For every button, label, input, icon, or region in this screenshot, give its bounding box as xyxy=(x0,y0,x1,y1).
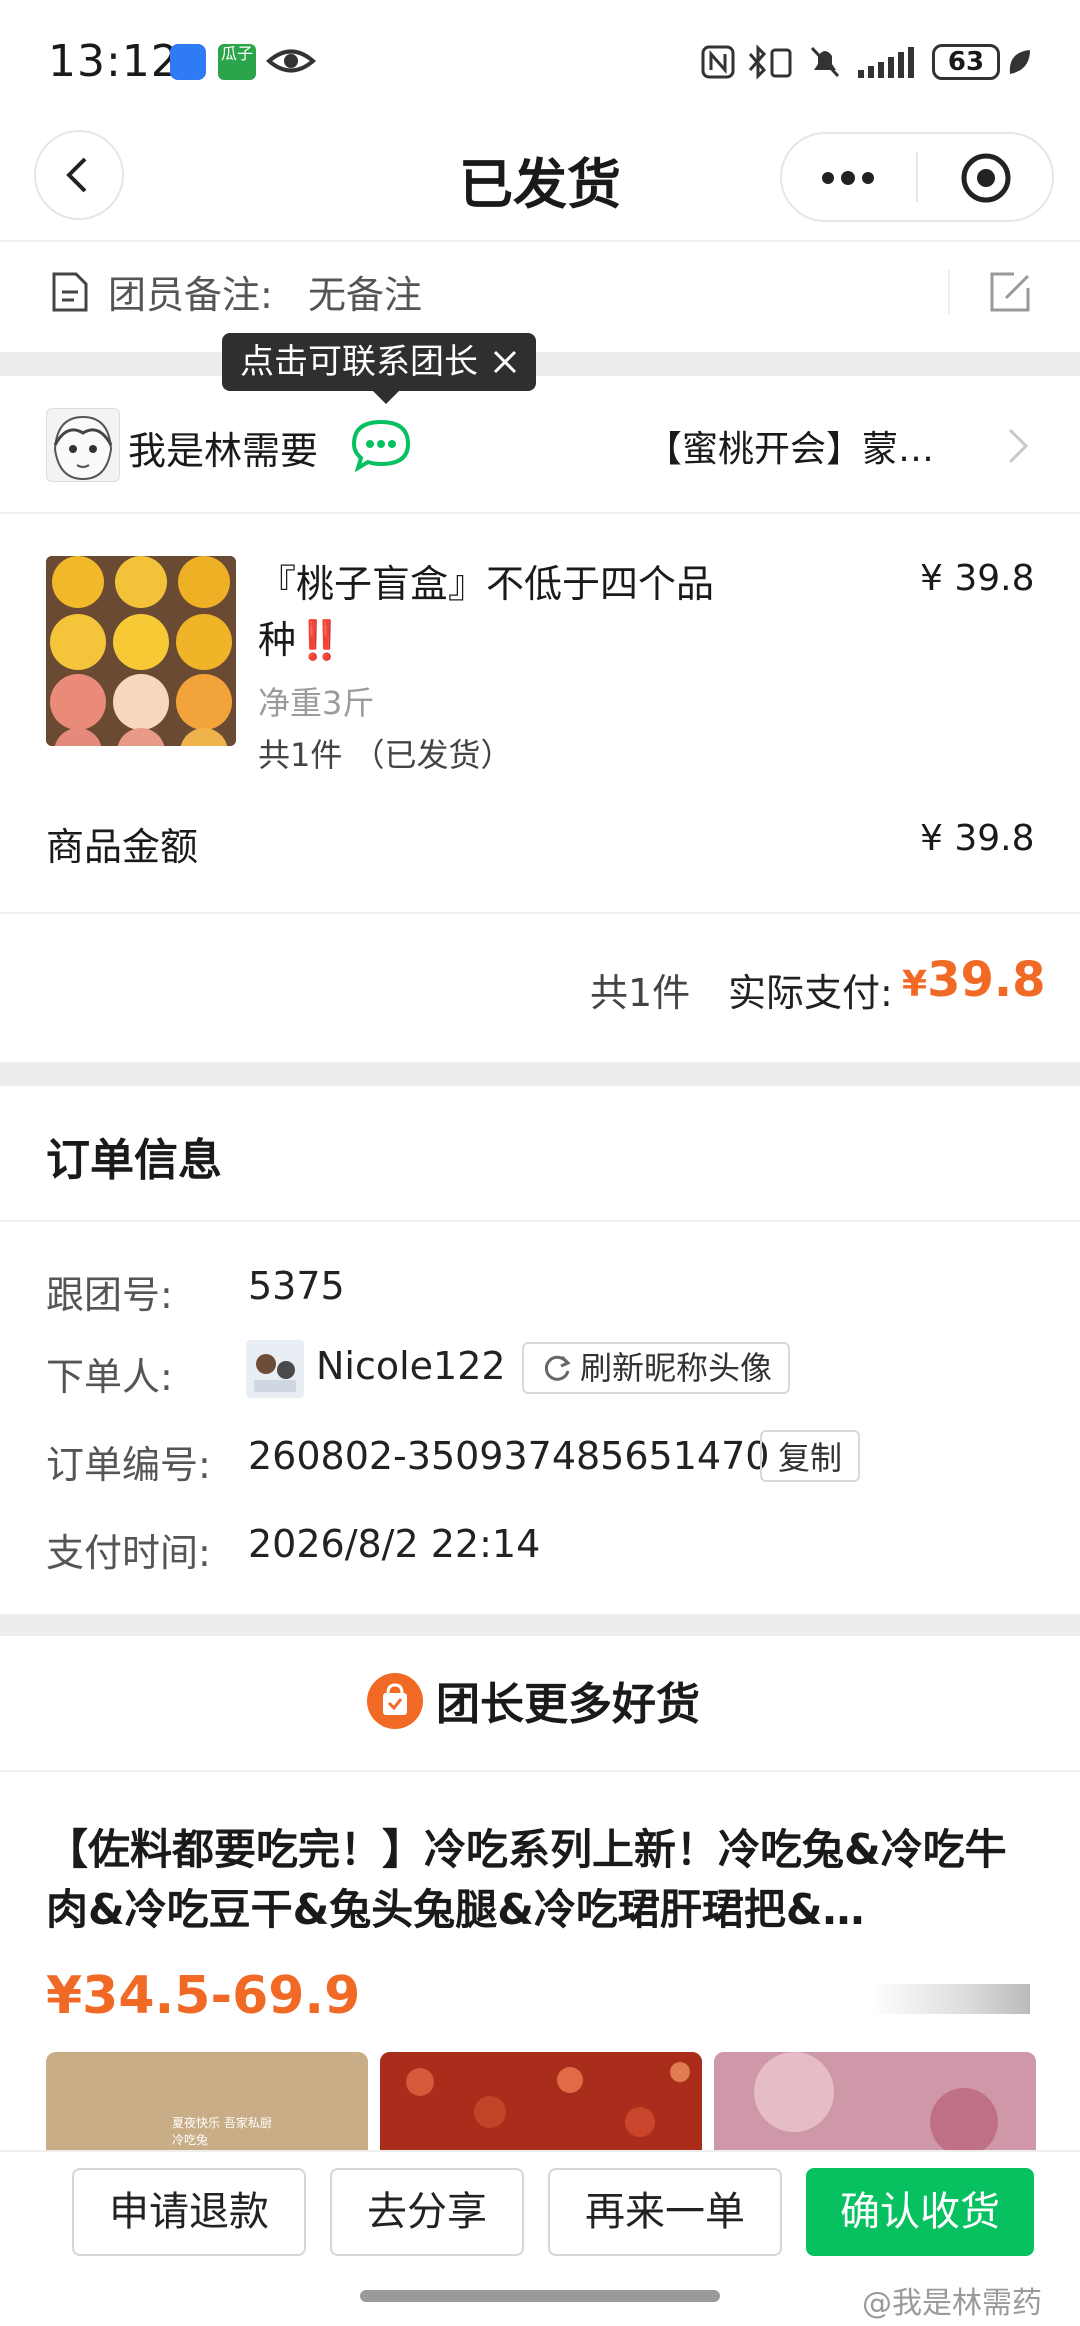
signal-icon xyxy=(858,47,914,78)
pay-time-value: 2026/8/2 22:14 xyxy=(248,1522,541,1566)
product-image[interactable] xyxy=(46,556,236,746)
more-goods-image[interactable]: 夏夜快乐 吾家私厨冷吃兔 xyxy=(46,2052,368,2162)
product-quantity: 共1件 （已发货） xyxy=(258,736,513,774)
app-badge-icon: 瓜子 xyxy=(218,44,256,80)
orderer-name: Nicole122 xyxy=(316,1344,506,1388)
pay-item-count: 共1件 xyxy=(590,971,691,1015)
confirm-receipt-button[interactable]: 确认收货 xyxy=(806,2168,1034,2256)
leader-avatar xyxy=(46,408,120,482)
actual-pay-label: 实际支付: xyxy=(728,971,893,1015)
more-goods-image[interactable] xyxy=(714,2052,1036,2162)
divider xyxy=(0,240,1080,242)
product-spec: 净重3斤 xyxy=(258,684,375,722)
document-icon xyxy=(52,272,88,312)
more-goods-price: ¥34.5-69.9 xyxy=(46,1966,361,2026)
divider xyxy=(0,1220,1080,1222)
nfc-icon xyxy=(701,45,735,79)
home-indicator[interactable] xyxy=(360,2290,720,2302)
order-info-title: 订单信息 xyxy=(46,1135,222,1186)
product-title: 『桃子盲盒』不低于四个品种‼️ xyxy=(258,562,715,662)
orderer-label: 下单人: xyxy=(46,1355,173,1399)
group-no-value: 5375 xyxy=(248,1264,345,1308)
order-no-value: 260802-350937485651470 xyxy=(248,1434,770,1478)
app-notification-icon xyxy=(170,44,206,80)
battery-level: 63 xyxy=(947,47,985,77)
leader-name: 我是林需要 xyxy=(128,429,319,473)
chili-texture-image xyxy=(380,2052,702,2162)
watermark-text: @我是林需药 xyxy=(862,2286,1042,2321)
product-price: ¥ 39.8 xyxy=(920,558,1035,599)
more-dots-icon[interactable] xyxy=(818,160,878,196)
refund-button[interactable]: 申请退款 xyxy=(72,2168,306,2256)
edit-icon[interactable] xyxy=(986,268,1034,316)
tooltip-arrow xyxy=(372,390,400,404)
goods-amount-value: ¥ 39.8 xyxy=(920,818,1035,859)
refresh-icon xyxy=(544,1355,571,1381)
refresh-profile-button[interactable]: 刷新昵称头像 xyxy=(522,1342,791,1394)
divider xyxy=(0,1770,1080,1772)
remark-label: 团员备注: xyxy=(108,273,273,317)
image-caption: 夏夜快乐 吾家私厨冷吃兔 xyxy=(172,2116,272,2147)
peach-grid-image xyxy=(46,556,236,746)
more-goods-title: 团长更多好货 xyxy=(436,1679,700,1730)
shopping-bag-icon xyxy=(367,1673,423,1729)
mute-icon xyxy=(810,46,840,78)
avatar-sketch-icon xyxy=(53,415,113,481)
orderer-avatar xyxy=(246,1340,304,1398)
pay-amount: 39.8 xyxy=(927,952,1046,1008)
close-icon[interactable] xyxy=(492,349,518,375)
goods-amount-label: 商品金额 xyxy=(46,825,199,869)
capsule-divider xyxy=(916,152,918,202)
record-circle-icon[interactable] xyxy=(960,152,1012,204)
meat-texture-image xyxy=(714,2052,1036,2162)
copy-button[interactable]: 复制 xyxy=(760,1430,861,1482)
avatar-cartoon-icon xyxy=(246,1340,304,1398)
reorder-button[interactable]: 再来一单 xyxy=(548,2168,782,2256)
status-time: 13:12 xyxy=(48,36,180,87)
leaf-charge-icon xyxy=(1009,50,1030,74)
pay-time-label: 支付时间: xyxy=(46,1531,211,1575)
group-no-label: 跟团号: xyxy=(46,1273,173,1317)
more-goods-description[interactable]: 【佐料都要吃完！】冷吃系列上新！冷吃兔&冷吃牛肉&冷吃豆干&兔头兔腿&冷吃珺肝珺… xyxy=(46,1820,1036,1940)
remark-value: 无备注 xyxy=(308,273,423,317)
share-button[interactable]: 去分享 xyxy=(330,2168,524,2256)
shop-name[interactable]: 【蜜桃开会】蒙… xyxy=(646,420,934,472)
pay-currency: ¥ xyxy=(902,964,928,1005)
contact-leader-tooltip[interactable]: 点击可联系团长 xyxy=(222,333,536,391)
chevron-right-icon xyxy=(1008,428,1029,464)
remark-divider xyxy=(948,270,950,314)
battery-indicator: 63 xyxy=(932,44,1000,80)
faded-tag xyxy=(870,1984,1030,2014)
actual-pay-value: ¥39.8 xyxy=(902,952,1046,1008)
chat-bubble-icon[interactable] xyxy=(350,418,412,472)
more-goods-image[interactable] xyxy=(380,2052,702,2162)
bluetooth-battery-icon xyxy=(748,44,792,80)
refresh-profile-label: 刷新昵称头像 xyxy=(580,1349,773,1387)
tooltip-text: 点击可联系团长 xyxy=(240,342,478,382)
order-no-label: 订单编号: xyxy=(46,1443,211,1487)
eye-icon xyxy=(266,49,316,73)
app-badge-label: 瓜子 xyxy=(220,44,253,63)
